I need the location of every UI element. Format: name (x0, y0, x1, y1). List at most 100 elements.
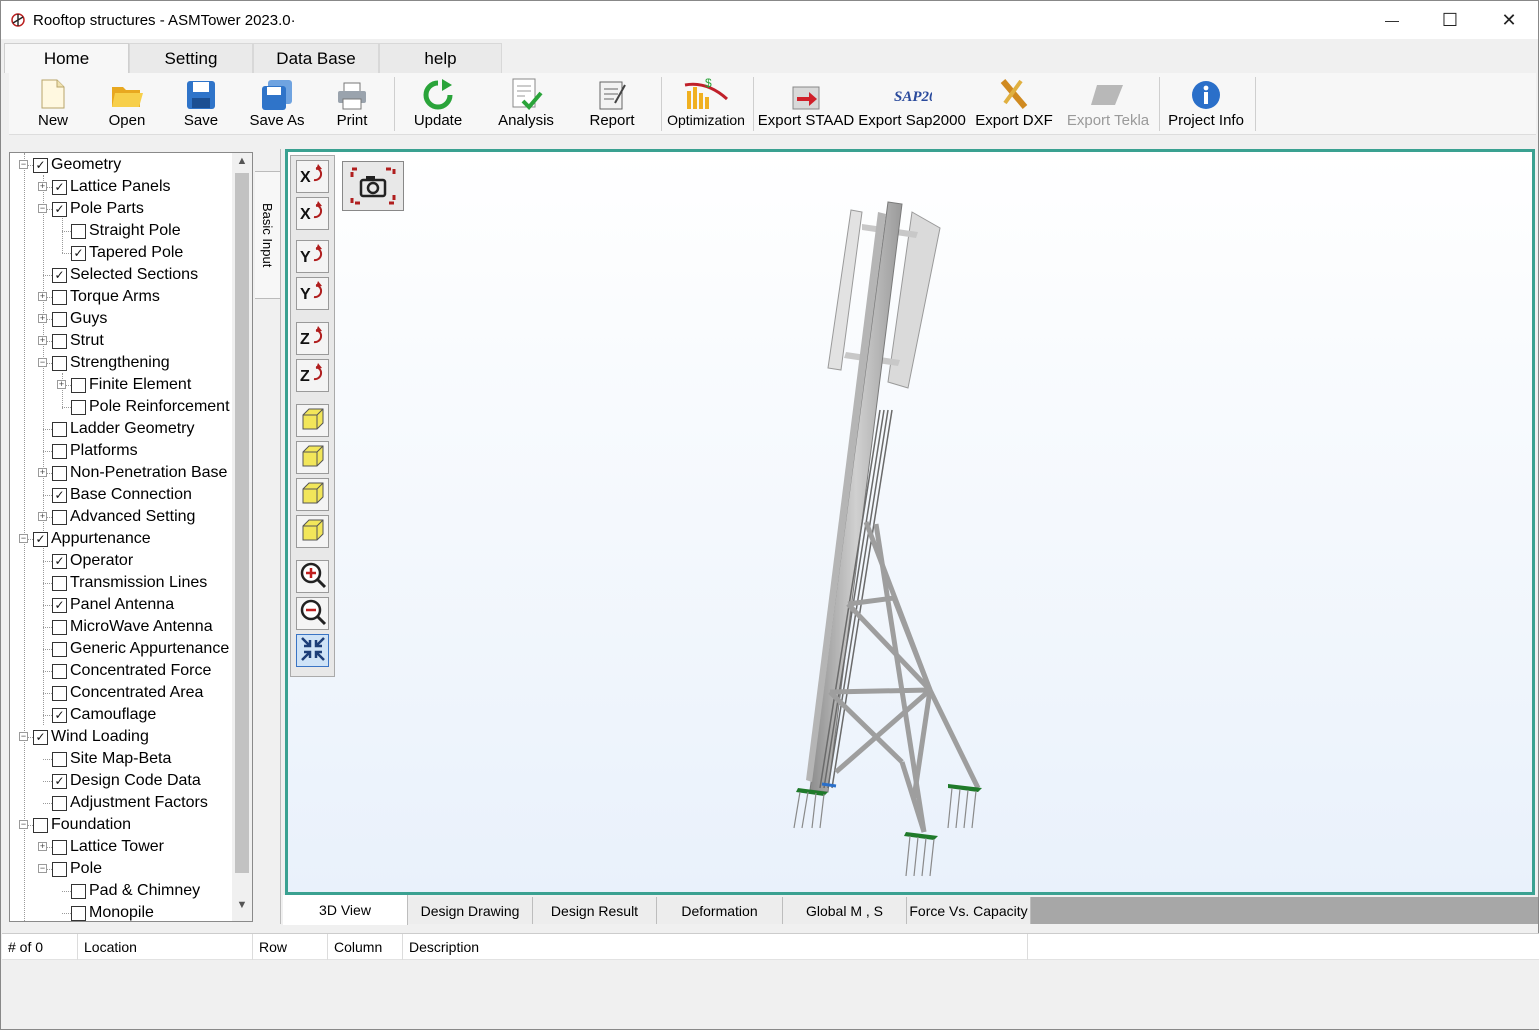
tree-node-strengthening[interactable]: Strengthening (52, 352, 170, 374)
print-button[interactable]: Print (321, 73, 383, 135)
tree-node-appurtenance[interactable]: ✓ Appurtenance (33, 528, 151, 550)
tree-node-foundation[interactable]: Foundation (33, 814, 131, 836)
tree-node-checkbox[interactable]: ✓ (52, 267, 67, 283)
3d-viewport[interactable]: XXYYZZ (285, 149, 1535, 895)
tree-node-panel-antenna[interactable]: ✓ Panel Antenna (52, 594, 174, 616)
tree-node-checkbox[interactable]: ✓ (33, 157, 48, 173)
tab-setting[interactable]: Setting (129, 43, 253, 73)
tree-node-concentrated-force[interactable]: Concentrated Force (52, 660, 211, 682)
tree-node-checkbox[interactable] (52, 751, 67, 767)
tree-node-checkbox[interactable]: ✓ (71, 245, 86, 261)
expand-icon[interactable]: + (38, 314, 47, 323)
close-button[interactable]: ✕ (1480, 1, 1538, 39)
view-tab-design-drawing[interactable]: Design Drawing (408, 897, 533, 924)
tree-node-design-code-data[interactable]: ✓ Design Code Data (52, 770, 201, 792)
expand-icon[interactable]: + (38, 512, 47, 521)
expand-icon[interactable]: + (38, 468, 47, 477)
tree-node-lattice-panels[interactable]: ✓ Lattice Panels (52, 176, 171, 198)
tree-node-checkbox[interactable] (52, 861, 67, 877)
view-tab-design-result[interactable]: Design Result (533, 897, 657, 924)
tree-node-checkbox[interactable] (52, 663, 67, 679)
tab-data-base[interactable]: Data Base (253, 43, 379, 73)
tree-node-checkbox[interactable]: ✓ (52, 597, 67, 613)
view-tab-3d-view[interactable]: 3D View (283, 895, 408, 925)
new-button[interactable]: New (23, 73, 83, 135)
tree-node-checkbox[interactable] (33, 817, 48, 833)
tree-node-checkbox[interactable] (52, 795, 67, 811)
collapse-icon[interactable]: − (38, 864, 47, 873)
expand-icon[interactable]: + (38, 842, 47, 851)
tree-node-tapered-pole[interactable]: ✓ Tapered Pole (71, 242, 183, 264)
tree-node-generic-appurtenance[interactable]: Generic Appurtenance (52, 638, 229, 660)
project-info-button[interactable]: Project Info (1165, 73, 1247, 135)
column-header-description[interactable]: Description (403, 934, 1028, 960)
tree-node-checkbox[interactable] (52, 641, 67, 657)
view-tab-global-m-s[interactable]: Global M , S (783, 897, 907, 924)
tree-node-strut[interactable]: Strut (52, 330, 104, 352)
expand-icon[interactable]: + (57, 380, 66, 389)
export-dxf-button[interactable]: Export DXF (973, 73, 1055, 135)
collapse-icon[interactable]: − (19, 534, 28, 543)
tree-node-checkbox[interactable]: ✓ (52, 179, 67, 195)
tree-node-checkbox[interactable] (71, 905, 86, 921)
tree-node-checkbox[interactable] (52, 311, 67, 327)
tree-node-checkbox[interactable] (52, 333, 67, 349)
expand-icon[interactable]: + (38, 292, 47, 301)
tree-node-checkbox[interactable] (71, 223, 86, 239)
tree-node-checkbox[interactable]: ✓ (33, 729, 48, 745)
export-sap2000-button[interactable]: SAP2000 Export Sap2000 (858, 73, 966, 135)
tree-node-checkbox[interactable] (52, 575, 67, 591)
tree-node-checkbox[interactable] (52, 289, 67, 305)
save-button[interactable]: Save (171, 73, 231, 135)
save-as-button[interactable]: Save As (243, 73, 311, 135)
tree-node-advanced-setting[interactable]: Advanced Setting (52, 506, 195, 528)
tree-node-site-map-beta[interactable]: Site Map-Beta (52, 748, 171, 770)
tree-node-checkbox[interactable]: ✓ (52, 487, 67, 503)
tree-node-lattice-tower[interactable]: Lattice Tower (52, 836, 164, 858)
tree-node-pole-reinforcement[interactable]: Pole Reinforcement (71, 396, 230, 418)
collapse-icon[interactable]: − (38, 204, 47, 213)
tree-node-pole-parts[interactable]: ✓ Pole Parts (52, 198, 144, 220)
tree-node-checkbox[interactable] (52, 839, 67, 855)
export-staad-button[interactable]: Export STAAD (758, 73, 854, 135)
view-tab-force-vs-capacity[interactable]: Force Vs. Capacity (907, 897, 1031, 924)
tree-node-checkbox[interactable] (71, 883, 86, 899)
tab-home[interactable]: Home (4, 43, 129, 73)
report-button[interactable]: Report (579, 73, 645, 135)
tree-node-checkbox[interactable] (71, 399, 86, 415)
update-button[interactable]: Update (405, 73, 471, 135)
tree-node-camouflage[interactable]: ✓ Camouflage (52, 704, 156, 726)
collapse-icon[interactable]: − (19, 732, 28, 741)
view-tab-deformation[interactable]: Deformation (657, 897, 783, 924)
tree-node-pole[interactable]: Pole (52, 858, 102, 880)
analysis-button[interactable]: Analysis (491, 73, 561, 135)
scroll-down-icon[interactable]: ▼ (232, 899, 252, 917)
export-tekla-button[interactable]: Export Tekla (1063, 73, 1153, 135)
expand-icon[interactable]: + (38, 336, 47, 345)
optimization-button[interactable]: $ Optimization (665, 73, 747, 135)
scroll-up-icon[interactable]: ▲ (232, 155, 252, 173)
tree-node-microwave-antenna[interactable]: MicroWave Antenna (52, 616, 213, 638)
tree-node-checkbox[interactable]: ✓ (52, 773, 67, 789)
tree-node-checkbox[interactable]: ✓ (52, 707, 67, 723)
tree-node-checkbox[interactable] (52, 355, 67, 371)
collapse-icon[interactable]: − (19, 160, 28, 169)
open-button[interactable]: Open (97, 73, 157, 135)
tab-help[interactable]: help (379, 43, 502, 73)
tree-node-checkbox[interactable] (52, 421, 67, 437)
tree-node-guys[interactable]: Guys (52, 308, 107, 330)
collapse-icon[interactable]: − (19, 820, 28, 829)
feature-tree[interactable]: ✓ Geometry − ✓ Lattice Panels + ✓ Pole Parts − St… (9, 152, 253, 922)
expand-icon[interactable]: + (38, 182, 47, 191)
tree-node-wind-loading[interactable]: ✓ Wind Loading (33, 726, 149, 748)
tree-node-monopile[interactable]: Monopile (71, 902, 154, 921)
tree-node-checkbox[interactable] (52, 685, 67, 701)
column-header-location[interactable]: Location (78, 934, 253, 960)
tree-node-checkbox[interactable] (52, 619, 67, 635)
scroll-thumb[interactable] (235, 173, 249, 873)
tree-node-straight-pole[interactable]: Straight Pole (71, 220, 181, 242)
tree-node-selected-sections[interactable]: ✓ Selected Sections (52, 264, 198, 286)
tree-node-checkbox[interactable] (71, 377, 86, 393)
tree-node-checkbox[interactable]: ✓ (33, 531, 48, 547)
tree-node-torque-arms[interactable]: Torque Arms (52, 286, 160, 308)
